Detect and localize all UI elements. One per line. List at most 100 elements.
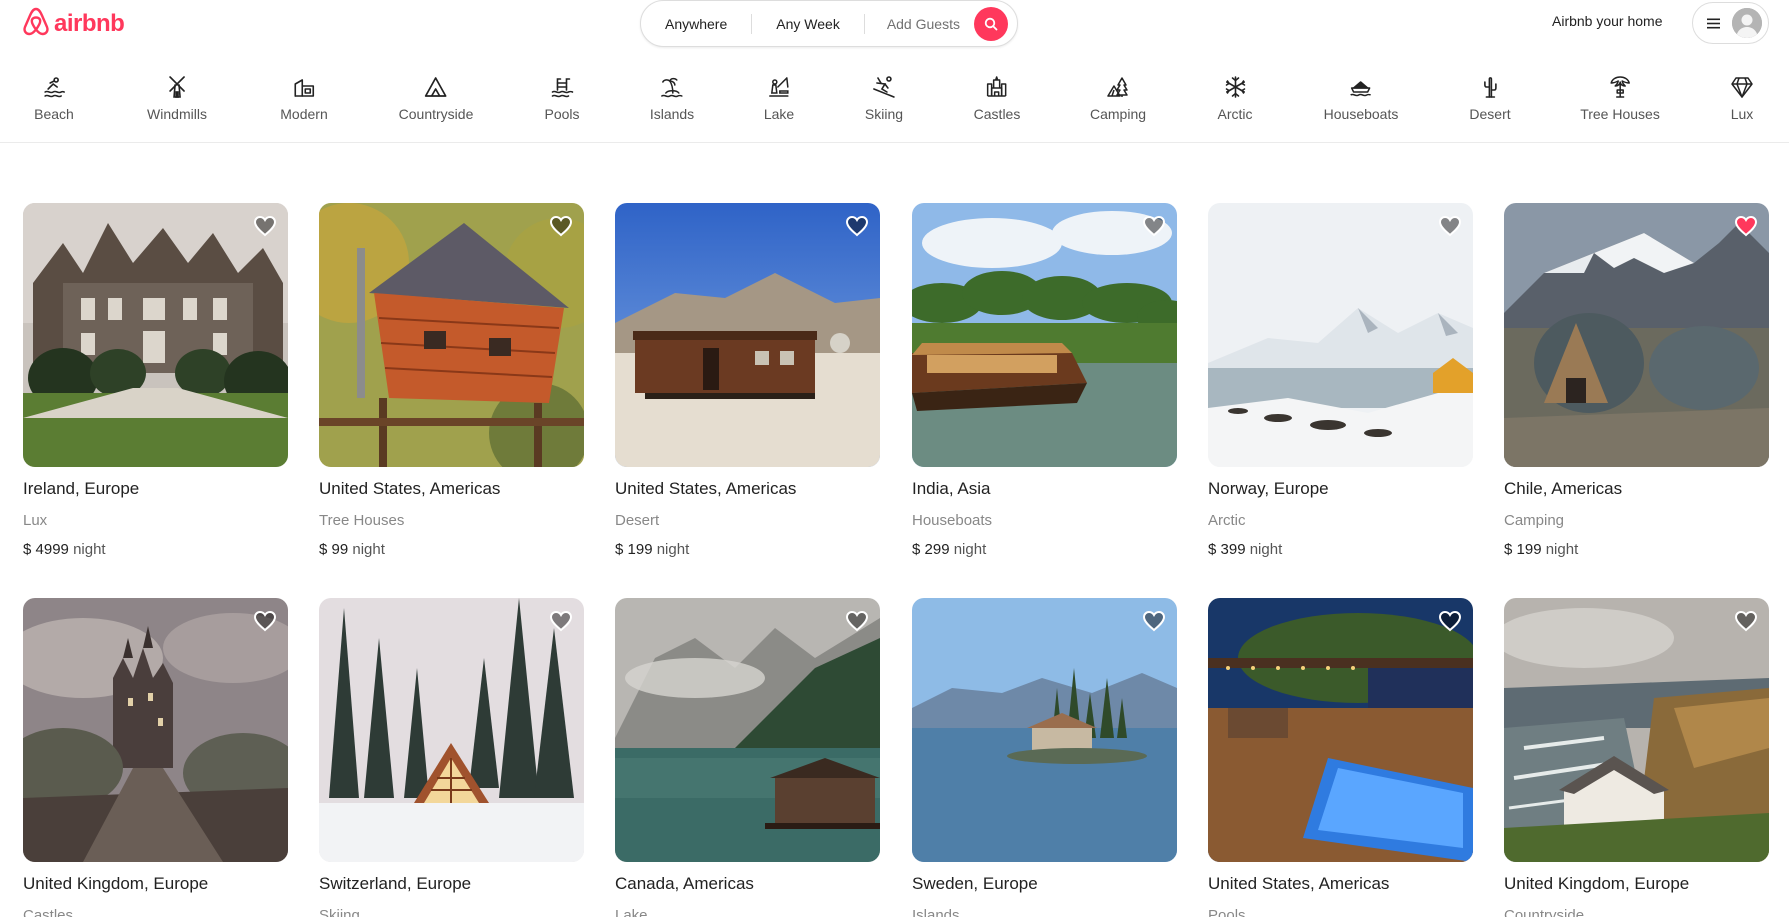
category-label: Islands (649, 106, 695, 122)
heart-icon[interactable] (1734, 609, 1758, 633)
category-houseboats[interactable]: Houseboats (1323, 74, 1399, 122)
airbnb-your-home-link[interactable]: Airbnb your home (1552, 13, 1663, 29)
heart-icon[interactable] (253, 214, 277, 238)
listing-photo[interactable] (1504, 203, 1769, 467)
heart-icon[interactable] (845, 214, 869, 238)
category-countryside[interactable]: Countryside (399, 74, 473, 122)
listing-price: $ 399 night (1208, 541, 1283, 558)
heart-icon-favorited[interactable] (1734, 214, 1758, 238)
search-button[interactable] (973, 6, 1008, 41)
top-header: airbnb Anywhere Any Week Add Guests Airb… (0, 0, 1789, 47)
listing-location: India, Asia (912, 479, 991, 498)
listing-location: United States, Americas (1208, 874, 1390, 893)
heart-icon[interactable] (1438, 609, 1462, 633)
listing-card[interactable]: United Kingdom, Europe Countryside (1504, 598, 1769, 917)
listing-location: Chile, Americas (1504, 479, 1623, 498)
category-label: Modern (280, 106, 328, 122)
listing-card[interactable]: Norway, Europe Arctic $ 399 night (1208, 203, 1473, 558)
category-label: Desert (1469, 106, 1511, 122)
category-lake[interactable]: Lake (764, 74, 794, 122)
heart-icon[interactable] (253, 609, 277, 633)
listing-photo[interactable] (912, 598, 1177, 862)
category-pools[interactable]: Pools (544, 74, 580, 122)
listing-category: Camping (1504, 512, 1565, 529)
heart-icon[interactable] (845, 609, 869, 633)
listing-category: Countryside (1504, 907, 1585, 917)
user-menu-button[interactable] (1692, 2, 1769, 44)
listing-category: Houseboats (912, 512, 993, 529)
category-castles[interactable]: Castles (973, 74, 1021, 122)
listing-location: United Kingdom, Europe (1504, 874, 1690, 893)
listing-photo[interactable] (912, 203, 1177, 467)
diamond-icon (1729, 74, 1755, 100)
listing-photo[interactable] (23, 203, 288, 467)
listing-photo[interactable] (615, 598, 880, 862)
listing-photo[interactable] (1504, 598, 1769, 862)
tree-icon (1607, 74, 1633, 100)
listing-location: Switzerland, Europe (319, 874, 472, 893)
countryside-icon (423, 74, 449, 100)
category-modern[interactable]: Modern (280, 74, 328, 122)
listing-photo[interactable] (1208, 598, 1473, 862)
search-when[interactable]: Any Week (752, 13, 865, 34)
category-windmills[interactable]: Windmills (147, 74, 207, 122)
category-label: Camping (1089, 106, 1147, 122)
search-where[interactable]: Anywhere (641, 13, 753, 34)
heart-icon[interactable] (1142, 214, 1166, 238)
category-lux[interactable]: Lux (1729, 74, 1755, 122)
listing-location: Norway, Europe (1208, 479, 1329, 498)
heart-icon[interactable] (549, 214, 573, 238)
heart-icon[interactable] (549, 609, 573, 633)
listing-category: Arctic (1208, 512, 1246, 529)
listing-photo[interactable] (319, 203, 584, 467)
listing-card[interactable]: Switzerland, Europe Skiing (319, 598, 584, 917)
cactus-icon (1477, 74, 1503, 100)
category-label: Beach (34, 106, 74, 122)
island-icon (659, 74, 685, 100)
category-bar: Beach Windmills Modern Countryside Pools… (0, 64, 1789, 143)
search-bar[interactable]: Anywhere Any Week Add Guests (640, 0, 1018, 47)
category-label: Tree Houses (1580, 106, 1660, 122)
listing-card[interactable]: India, Asia Houseboats $ 299 night (912, 203, 1177, 558)
category-islands[interactable]: Islands (650, 74, 694, 122)
category-label: Pools (544, 106, 580, 122)
search-guests[interactable]: Add Guests (865, 14, 972, 34)
listing-card[interactable]: United States, Americas Pools (1208, 598, 1473, 917)
category-label: Lux (1730, 106, 1754, 122)
pool-icon (549, 74, 575, 100)
listing-card[interactable]: Sweden, Europe Islands (912, 598, 1177, 917)
listing-photo[interactable] (23, 598, 288, 862)
listing-card[interactable]: United States, Americas Desert $ 199 nig… (615, 203, 880, 558)
listing-location: United Kingdom, Europe (23, 874, 209, 893)
listing-price: $ 4999 night (23, 541, 106, 558)
lake-icon (766, 74, 792, 100)
listing-location: United States, Americas (615, 479, 797, 498)
listing-price: $ 299 night (912, 541, 987, 558)
category-label: Castles (973, 106, 1021, 122)
listing-card[interactable]: United Kingdom, Europe Castles (23, 598, 288, 917)
listing-card[interactable]: Chile, Americas Camping $ 199 night (1504, 203, 1769, 558)
category-arctic[interactable]: Arctic (1218, 74, 1253, 122)
category-skiing[interactable]: Skiing (865, 74, 903, 122)
category-beach[interactable]: Beach (34, 74, 74, 122)
listing-category: Pools (1208, 907, 1246, 917)
listing-card[interactable]: Ireland, Europe Lux $ 4999 night (23, 203, 288, 558)
listing-category: Skiing (319, 907, 360, 917)
airbnb-logo[interactable]: airbnb (22, 6, 125, 41)
listing-category: Castles (23, 907, 74, 917)
listing-photo[interactable] (319, 598, 584, 862)
listing-card[interactable]: United States, Americas Tree Houses $ 99… (319, 203, 584, 558)
category-camping[interactable]: Camping (1090, 74, 1146, 122)
heart-icon[interactable] (1142, 609, 1166, 633)
castle-icon (984, 74, 1010, 100)
category-tree-houses[interactable]: Tree Houses (1580, 74, 1660, 122)
category-label: Houseboats (1323, 106, 1399, 122)
listing-card[interactable]: Canada, Americas Lake (615, 598, 880, 917)
listing-photo[interactable] (615, 203, 880, 467)
category-label: Arctic (1217, 106, 1253, 122)
listing-photo[interactable] (1208, 203, 1473, 467)
category-desert[interactable]: Desert (1469, 74, 1511, 122)
houseboat-icon (1348, 74, 1374, 100)
category-label: Windmills (147, 106, 207, 122)
heart-icon[interactable] (1438, 214, 1462, 238)
